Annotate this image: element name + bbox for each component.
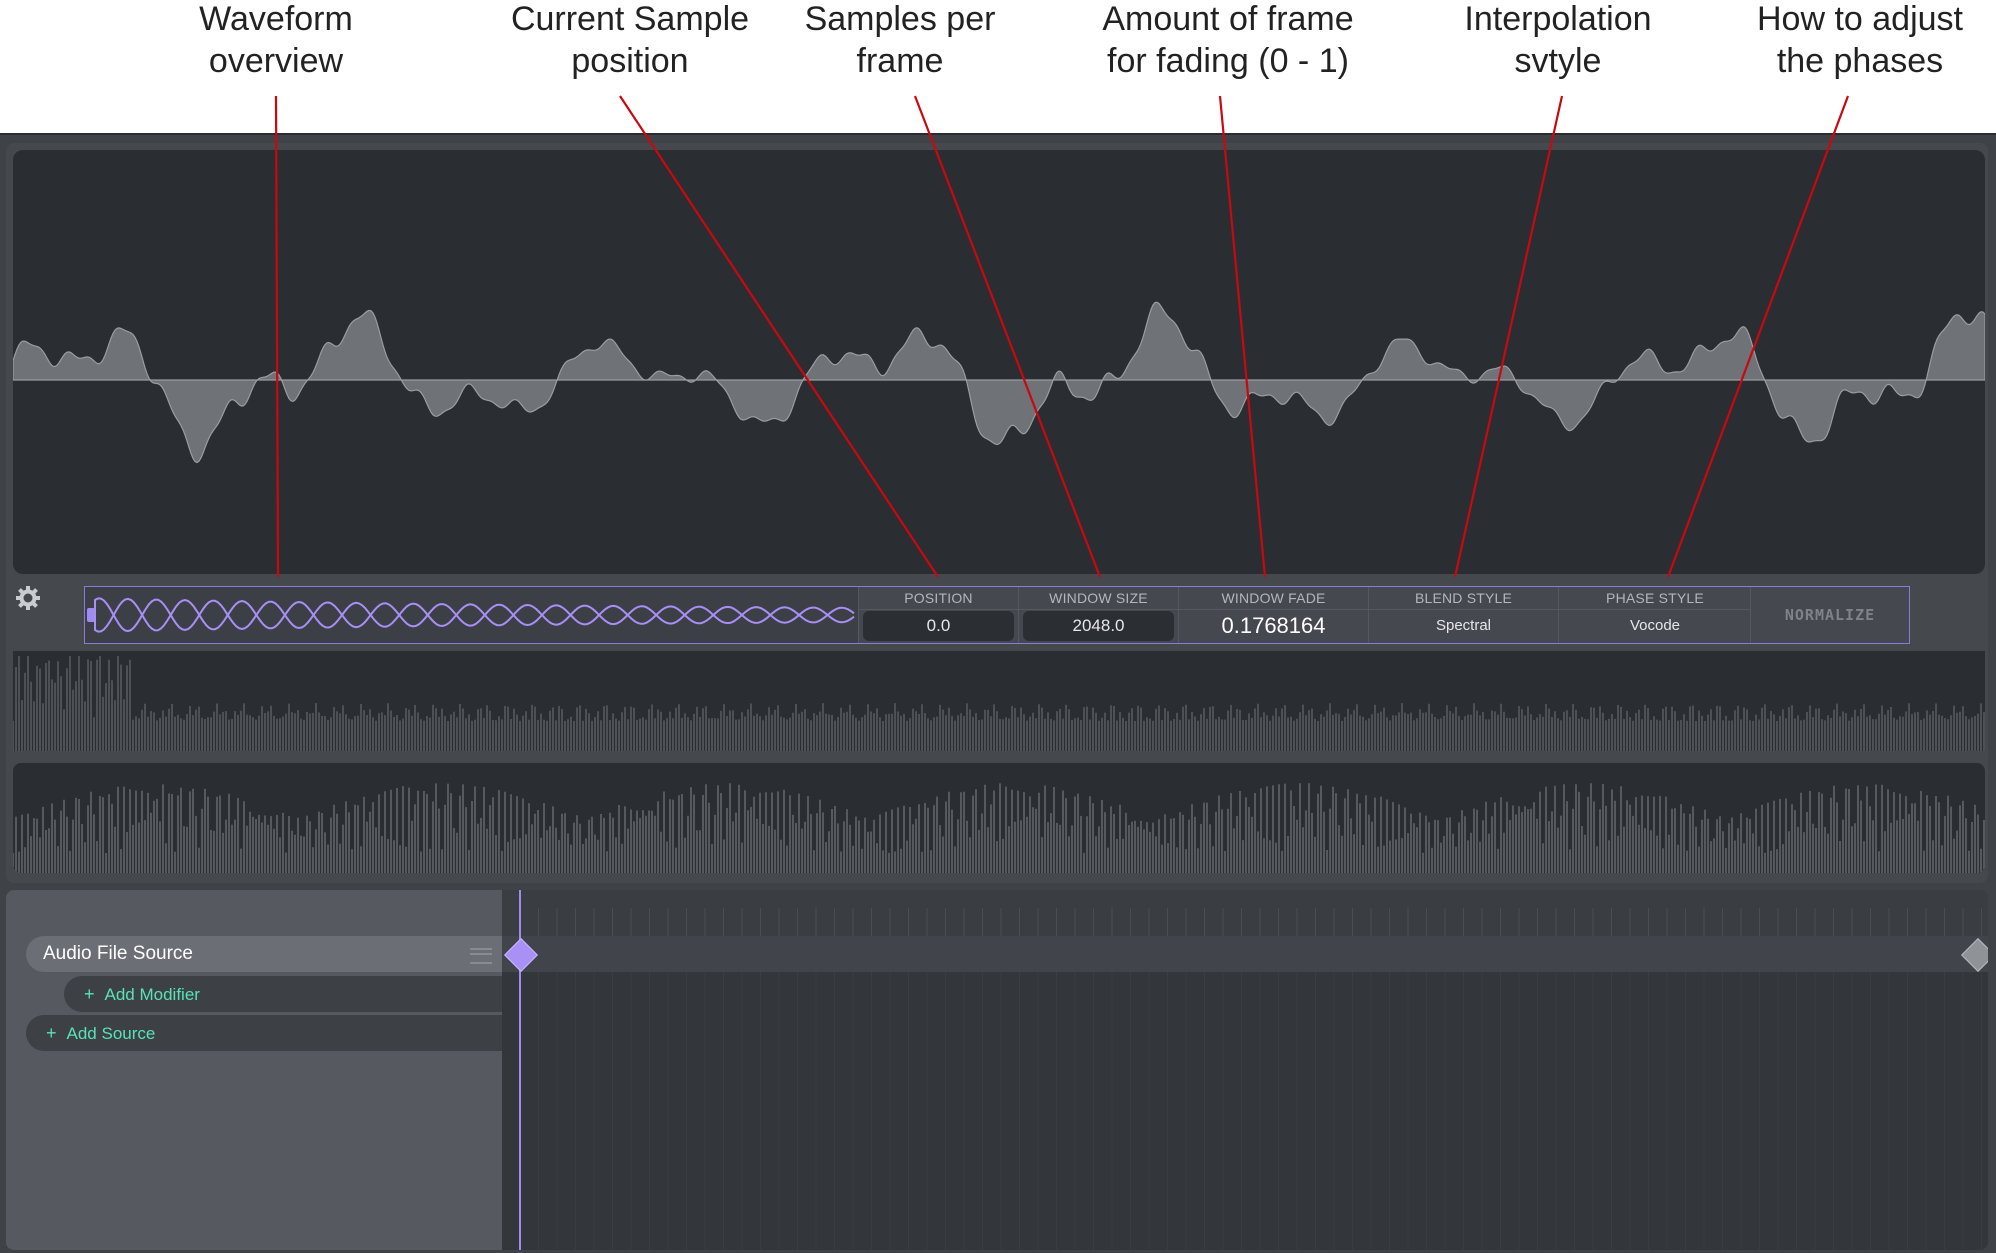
add-source-button[interactable]: + Add Source xyxy=(46,1015,155,1052)
add-modifier-button[interactable]: + Add Modifier xyxy=(84,976,200,1013)
waveform-shape xyxy=(13,301,1985,464)
window-fade-input[interactable]: 0.1768164 xyxy=(1183,611,1364,641)
source-editor-panel: POSITION 0.0 WINDOW SIZE 2048.0 WINDOW F… xyxy=(6,143,1988,883)
annotation-phases: How to adjust the phases xyxy=(1722,0,1996,82)
annotation-line: Interpolation xyxy=(1464,0,1652,38)
phase-style-label: PHASE STYLE xyxy=(1559,587,1751,610)
app-window: POSITION 0.0 WINDOW SIZE 2048.0 WINDOW F… xyxy=(0,133,1996,1253)
mini-waveform-graphic xyxy=(87,597,855,633)
phase-style-param: PHASE STYLE Vocode xyxy=(1558,587,1751,643)
spectrum-view xyxy=(13,651,1985,751)
gear-icon[interactable] xyxy=(14,585,42,613)
annotation-line: How to adjust xyxy=(1757,0,1963,38)
annotation-waveform-overview: Waveform overview xyxy=(176,0,376,82)
add-modifier-row: + Add Modifier xyxy=(64,976,502,1012)
frame-spectrum-graphic xyxy=(13,783,1985,873)
window-fade-label: WINDOW FADE xyxy=(1179,587,1368,610)
gear-icon-glyph xyxy=(16,586,40,610)
annotation-samples-per-frame: Samples per frame xyxy=(780,0,1020,82)
timeline-ruler[interactable] xyxy=(502,890,1988,936)
mini-waveform-line xyxy=(94,597,855,633)
position-input[interactable]: 0.0 xyxy=(863,611,1014,641)
waveform-overview[interactable] xyxy=(85,587,859,643)
keyframe-lane[interactable] xyxy=(502,936,1988,972)
annotation-line: the phases xyxy=(1776,42,1944,80)
annotation-header: Waveform overview Current Sample positio… xyxy=(0,0,1996,133)
position-param: POSITION 0.0 xyxy=(858,587,1018,643)
source-track-row[interactable]: Audio File Source xyxy=(26,936,502,972)
annotation-interpolation: Interpolation svtyle xyxy=(1438,0,1678,82)
annotation-line: overview xyxy=(208,42,344,80)
plus-icon: + xyxy=(46,1023,57,1043)
source-toolbar: POSITION 0.0 WINDOW SIZE 2048.0 WINDOW F… xyxy=(84,586,1910,644)
frame-spectrum-view xyxy=(13,763,1985,873)
annotation-line: for fading (0 - 1) xyxy=(1107,42,1349,80)
annotation-line: Samples per xyxy=(804,0,996,38)
annotation-line: position xyxy=(571,42,689,80)
normalize-button[interactable]: NORMALIZE xyxy=(1750,587,1909,643)
ruler-ticks xyxy=(519,908,1982,936)
plus-icon: + xyxy=(84,984,95,1004)
annotation-line: Amount of frame xyxy=(1102,0,1354,38)
annotation-fade-amount: Amount of frame for fading (0 - 1) xyxy=(1068,0,1388,82)
spectrum-graphic xyxy=(13,656,1985,751)
source-track-label: Audio File Source xyxy=(43,943,193,964)
waveform-view[interactable] xyxy=(13,150,1985,574)
window-fade-param: WINDOW FADE 0.1768164 xyxy=(1178,587,1368,643)
position-label: POSITION xyxy=(859,587,1018,610)
overview-position-marker xyxy=(87,608,95,622)
window-size-param: WINDOW SIZE 2048.0 xyxy=(1018,587,1178,643)
frame-spectrum-bars xyxy=(13,783,1985,873)
waveform-graphic xyxy=(13,301,1985,464)
annotation-line: Current Sample xyxy=(510,0,750,38)
add-source-label: Add Source xyxy=(66,1024,156,1043)
source-timeline-panel: Audio File Source + Add Modifier + Add Sou… xyxy=(6,890,1988,1250)
blend-style-select[interactable]: Spectral xyxy=(1373,611,1554,641)
spectrum-bars xyxy=(13,656,1985,751)
add-source-row: + Add Source xyxy=(26,1015,502,1051)
blend-style-label: BLEND STYLE xyxy=(1369,587,1558,610)
source-list-sidebar: Audio File Source + Add Modifier + Add Sou… xyxy=(6,890,502,1250)
add-modifier-label: Add Modifier xyxy=(104,985,200,1004)
annotation-current-sample: Current Sample position xyxy=(490,0,770,82)
window-size-input[interactable]: 2048.0 xyxy=(1023,611,1174,641)
annotation-line: Waveform xyxy=(199,0,353,38)
annotation-line: svtyle xyxy=(1514,42,1602,80)
window-size-label: WINDOW SIZE xyxy=(1019,587,1178,610)
timeline[interactable] xyxy=(502,890,1988,1250)
blend-style-param: BLEND STYLE Spectral xyxy=(1368,587,1558,643)
mini-waveform-line xyxy=(94,597,855,633)
phase-style-select[interactable]: Vocode xyxy=(1563,611,1747,641)
annotation-line: frame xyxy=(856,42,944,80)
drag-handle-icon[interactable] xyxy=(470,948,492,964)
